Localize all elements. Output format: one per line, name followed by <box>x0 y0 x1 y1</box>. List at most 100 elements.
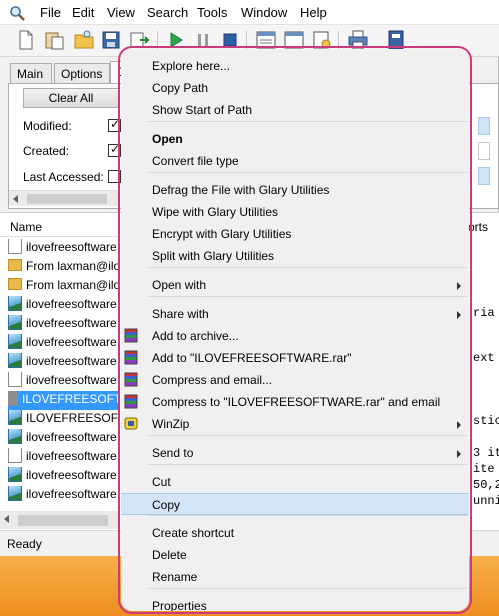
menu-tools[interactable]: Tools <box>197 5 227 20</box>
submenu-arrow-icon <box>457 421 461 429</box>
image-icon <box>8 353 22 368</box>
file-name: ilovefreesoftware <box>26 430 117 444</box>
menu-search[interactable]: Search <box>147 5 188 20</box>
date-field-3[interactable] <box>478 167 490 185</box>
file-icon <box>8 391 18 406</box>
results-text-fragment: 50,2 <box>473 478 499 492</box>
folder-icon <box>8 277 22 290</box>
context-menu-item[interactable]: Open <box>121 128 469 150</box>
list-item[interactable]: ilovefreesoftware <box>8 296 120 315</box>
context-menu-item[interactable]: WinZip <box>121 413 469 435</box>
clear-all-button[interactable]: Clear All <box>23 88 119 108</box>
filter-horizontal-scrollbar[interactable] <box>9 190 119 206</box>
list-item[interactable]: ilovefreesoftware <box>8 448 120 467</box>
menu-item-label: Cut <box>152 475 171 489</box>
menu-item-label: Share with <box>152 307 209 321</box>
context-menu-item[interactable]: Copy Path <box>121 77 469 99</box>
file-name: ilovefreesoftware <box>26 335 117 349</box>
save-icon[interactable] <box>99 28 123 52</box>
context-menu-item[interactable]: Copy <box>121 493 469 515</box>
context-menu-item[interactable]: Create shortcut <box>121 522 469 544</box>
context-menu-item[interactable]: Send to <box>121 442 469 464</box>
image-icon <box>8 467 22 482</box>
list-item[interactable]: From laxman@ilo <box>8 258 120 277</box>
context-menu-item[interactable]: Share with <box>121 303 469 325</box>
file-name: ilovefreesoftware <box>26 449 117 463</box>
context-menu-item[interactable]: Compress and email... <box>121 369 469 391</box>
winrar-icon <box>124 328 138 343</box>
context-menu-item[interactable]: Defrag the File with Glary Utilities <box>121 179 469 201</box>
image-icon <box>8 410 22 425</box>
list-item[interactable]: ILOVEFREESOFTV <box>8 410 120 429</box>
results-text-fragment: ext <box>473 351 495 365</box>
list-item[interactable]: From laxman@ilo <box>8 277 120 296</box>
context-menu-item[interactable]: Add to "ILOVEFREESOFTWARE.rar" <box>121 347 469 369</box>
menu-item-label: Properties <box>152 599 207 611</box>
scroll-thumb[interactable] <box>18 515 108 526</box>
image-icon <box>8 486 22 501</box>
menu-separator <box>149 435 467 436</box>
file-name: ilovefreesoftware <box>26 297 117 311</box>
created-label: Created: <box>23 144 70 158</box>
list-item[interactable]: ilovefreesoftware <box>8 315 120 334</box>
date-field-2[interactable] <box>478 142 490 160</box>
context-menu-item[interactable]: Wipe with Glary Utilities <box>121 201 469 223</box>
list-item[interactable]: ilovefreesoftware <box>8 429 120 448</box>
name-column-header[interactable]: Name <box>0 213 120 237</box>
submenu-arrow-icon <box>457 450 461 458</box>
context-menu-item[interactable]: Cut <box>121 471 469 493</box>
open-folder-icon[interactable] <box>72 28 96 52</box>
modified-label: Modified: <box>23 119 72 133</box>
menu-separator <box>149 172 467 173</box>
list-item[interactable]: ilovefreesoftware <box>8 486 120 505</box>
document-icon <box>8 239 22 254</box>
new-file-icon[interactable] <box>14 28 38 52</box>
context-menu-item[interactable]: Delete <box>121 544 469 566</box>
list-item[interactable]: ilovefreesoftware <box>8 239 120 258</box>
list-horizontal-scrollbar[interactable] <box>0 511 120 529</box>
context-menu-item[interactable]: Add to archive... <box>121 325 469 347</box>
tab-main[interactable]: Main <box>10 63 52 83</box>
menu-window[interactable]: Window <box>241 5 287 20</box>
context-menu-item[interactable]: Explore here... <box>121 55 469 77</box>
context-menu-item[interactable]: Rename <box>121 566 469 588</box>
context-menu-item[interactable]: Split with Glary Utilities <box>121 245 469 267</box>
file-name: ILOVEFREESOFTV <box>26 411 120 425</box>
copy-paste-icon[interactable] <box>43 28 67 52</box>
context-menu-item[interactable]: Show Start of Path <box>121 99 469 121</box>
list-item[interactable]: ilovefreesoftware <box>8 372 120 391</box>
menu-item-label: Create shortcut <box>152 526 235 540</box>
menu-item-label: Show Start of Path <box>152 103 253 117</box>
scroll-left-arrow-icon[interactable] <box>4 515 9 523</box>
menu-item-label: Add to archive... <box>152 329 239 343</box>
winzip-icon <box>124 417 138 430</box>
menu-item-label: Compress to "ILOVEFREESOFTWARE.rar" and … <box>152 395 441 409</box>
menu-help[interactable]: Help <box>300 5 327 20</box>
tab-options[interactable]: Options <box>54 63 110 83</box>
menu-edit[interactable]: Edit <box>72 5 94 20</box>
file-name: From laxman@ilo <box>26 258 120 273</box>
context-menu-item[interactable]: Compress to "ILOVEFREESOFTWARE.rar" and … <box>121 391 469 413</box>
file-name: ilovefreesoftware <box>26 487 117 501</box>
menu-bar: File Edit View Search Tools Window Help <box>0 0 499 25</box>
list-item[interactable]: ilovefreesoftware <box>8 467 120 486</box>
context-menu-item[interactable]: Convert file type <box>121 150 469 172</box>
scroll-thumb[interactable] <box>27 194 107 204</box>
winrar-icon <box>124 394 138 409</box>
context-menu-item[interactable]: Open with <box>121 274 469 296</box>
list-item[interactable]: ilovefreesoftware <box>8 334 120 353</box>
file-name: ILOVEFREESOFTV <box>22 392 120 406</box>
menu-item-label: Defrag the File with Glary Utilities <box>152 183 330 197</box>
results-text-fragment: stic <box>473 414 499 428</box>
submenu-arrow-icon <box>457 311 461 319</box>
menu-view[interactable]: View <box>107 5 135 20</box>
menu-file[interactable]: File <box>40 5 61 20</box>
file-name: ilovefreesoftware <box>26 316 117 330</box>
list-item[interactable]: ilovefreesoftware <box>8 353 120 372</box>
results-text-fragment: ria <box>473 306 495 320</box>
context-menu-item[interactable]: Encrypt with Glary Utilities <box>121 223 469 245</box>
scroll-left-arrow-icon[interactable] <box>13 195 18 203</box>
list-item[interactable]: ILOVEFREESOFTV <box>8 391 120 410</box>
context-menu-item[interactable]: Properties <box>121 595 469 611</box>
date-field-1[interactable] <box>478 117 490 135</box>
